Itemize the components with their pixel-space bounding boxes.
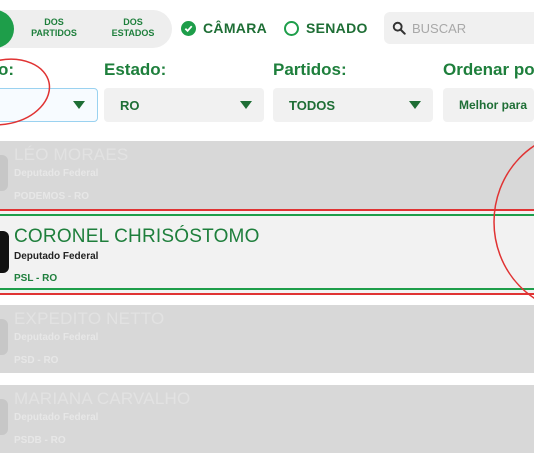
avatar [0,155,8,191]
result-name: MARIANA CARVALHO [14,389,191,408]
ordenar-select-value: Melhor para [459,98,528,112]
highlight-line [0,293,534,295]
highlight-line [0,214,534,216]
partidos-label: Partidos: [273,60,347,79]
result-party: PODEMOS - RO [14,191,90,202]
highlight-line [0,209,534,211]
result-party: PSD - RO [14,355,59,366]
chevron-down-icon [73,101,85,109]
search-input[interactable] [412,20,532,36]
ordenar-label: Ordenar po [443,60,534,79]
result-card-leo-moraes[interactable]: LÉO MORAES Deputado Federal PODEMOS - RO [0,141,534,209]
result-party: PSL - RO [14,273,58,284]
estado-select[interactable]: RO [104,88,264,122]
result-name: CORONEL CHRISÓSTOMO [14,226,260,247]
partidos-select[interactable]: TODOS [273,88,433,122]
result-party: PSDB - RO [14,435,66,446]
result-role: Deputado Federal [14,332,99,343]
radio-empty-icon [284,20,299,36]
result-name: LÉO MORAES [14,145,129,164]
result-name: EXPEDITO NETTO [14,309,165,328]
result-card-mariana-carvalho[interactable]: MARIANA CARVALHO Deputado Federal PSDB -… [0,385,534,453]
result-role: Deputado Federal [14,251,99,262]
avatar [0,399,8,435]
highlight-line [0,288,534,290]
avatar [0,319,8,355]
radio-camara[interactable]: CÂMARA [181,18,267,38]
ordenar-select[interactable]: Melhor para [443,88,534,122]
search-box[interactable] [384,12,534,44]
radio-camara-label: CÂMARA [203,20,268,36]
partidos-select-value: TODOS [289,97,335,113]
check-circle-icon [181,20,196,36]
top-bar: DOS PARTIDOS DOS ESTADOS CÂMARA SENADO [0,0,534,56]
result-role: Deputado Federal [14,412,99,423]
radio-senado[interactable]: SENADO [284,18,368,38]
result-card-expedito-netto[interactable]: EXPEDITO NETTO Deputado Federal PSD - RO [0,305,534,373]
chevron-down-icon [240,101,252,109]
result-card-coronel-chrisostomo[interactable]: CORONEL CHRISÓSTOMO Deputado Federal PSL… [0,209,534,295]
segment-dos-partidos[interactable]: DOS PARTIDOS [28,17,80,39]
estado-select-value: RO [120,97,140,113]
radio-senado-label: SENADO [306,20,368,36]
avatar [0,231,9,273]
search-icon [392,21,406,35]
result-role: Deputado Federal [14,168,99,179]
first-filter-select[interactable] [0,88,98,122]
filter-label-partial: o: [0,60,15,79]
chevron-down-icon [409,101,421,109]
estado-label: Estado: [104,60,167,79]
segment-dos-estados[interactable]: DOS ESTADOS [104,17,162,39]
